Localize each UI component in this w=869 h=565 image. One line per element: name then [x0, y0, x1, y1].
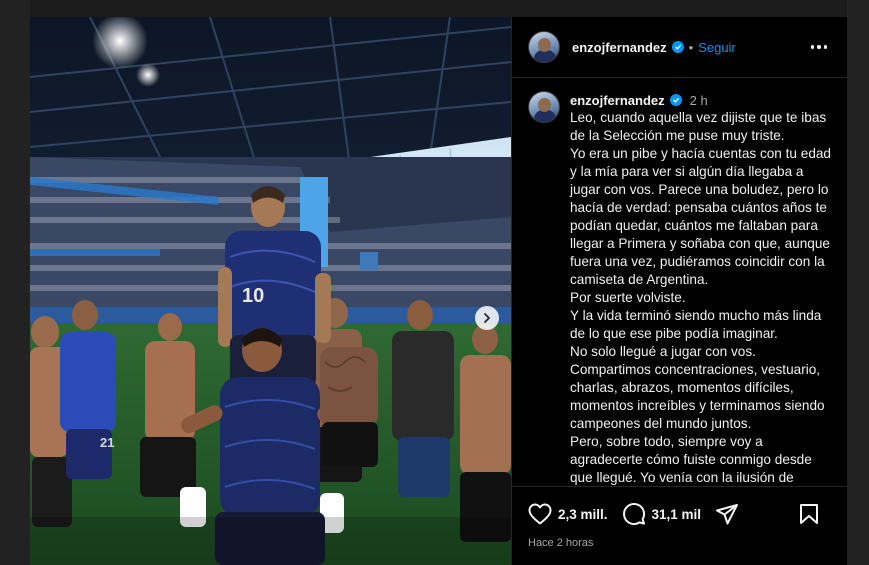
bookmark-icon: [800, 504, 818, 524]
post-timestamp[interactable]: Hace 2 horas: [528, 537, 833, 549]
caption-text: Leo, cuando aquella vez dijiste que te i…: [570, 109, 833, 486]
caption-paragraph: No solo llegué a jugar con vos.: [570, 344, 756, 359]
comment-bubble-icon: [622, 503, 645, 525]
caption-paragraph: Compartimos concentraciones, vestuario, …: [570, 362, 825, 431]
share-button[interactable]: [715, 503, 739, 525]
heart-icon: [528, 503, 552, 525]
caption-body: enzojfernandez 2 h Leo, cuando aquella v…: [570, 90, 833, 486]
stadium-celebration-photo: 10 24: [30, 17, 511, 565]
comment-button[interactable]: 31,1 mil: [622, 502, 702, 526]
caption-paragraph: Leo, cuando aquella vez dijiste que te i…: [570, 110, 827, 143]
caption-paragraph: Por suerte volviste.: [570, 290, 686, 305]
paper-plane-icon: [716, 504, 739, 525]
next-image-button[interactable]: [475, 306, 499, 330]
action-row: 2,3 mill. 31,1 mil: [528, 501, 833, 527]
shorts-number-21: 21: [100, 435, 114, 450]
avatar[interactable]: [528, 31, 560, 63]
caption-paragraph: Pero, sobre todo, siempre voy a agradece…: [570, 434, 812, 485]
comment-count[interactable]: 31,1 mil: [652, 507, 702, 522]
separator-dot: •: [688, 39, 694, 55]
page-backdrop-left: [0, 0, 30, 565]
caption-paragraph: Yo era un pibe y hacía cuentas con tu ed…: [570, 146, 831, 287]
like-count[interactable]: 2,3 mill.: [558, 507, 608, 522]
more-options-icon[interactable]: [805, 39, 834, 55]
caption-header: enzojfernandez 2 h: [570, 90, 833, 110]
caption-username-link[interactable]: enzojfernandez: [570, 93, 665, 108]
post-side-panel: enzojfernandez • Seguir enzojfernandez 2…: [511, 17, 847, 565]
post-modal: 10 24: [30, 17, 847, 565]
verified-badge-icon: [669, 94, 682, 106]
chevron-right-icon: [484, 313, 490, 323]
caption-avatar[interactable]: [528, 91, 560, 123]
post-actions: 2,3 mill. 31,1 mil Hace 2 horas: [512, 486, 847, 565]
post-time[interactable]: 2 h: [690, 93, 708, 108]
post-header: enzojfernandez • Seguir: [512, 17, 847, 78]
follow-button[interactable]: Seguir: [698, 40, 736, 55]
verified-badge-icon: [671, 41, 684, 53]
caption-comment: enzojfernandez 2 h Leo, cuando aquella v…: [512, 78, 847, 486]
caption-paragraph: Y la vida terminó siendo mucho más linda…: [570, 308, 822, 341]
jersey-number-10: 10: [242, 285, 264, 307]
post-image[interactable]: 10 24: [30, 17, 511, 565]
save-button[interactable]: [799, 503, 819, 525]
like-button[interactable]: 2,3 mill.: [528, 503, 608, 525]
username-link[interactable]: enzojfernandez: [572, 40, 667, 55]
page-backdrop-right: [847, 0, 869, 565]
